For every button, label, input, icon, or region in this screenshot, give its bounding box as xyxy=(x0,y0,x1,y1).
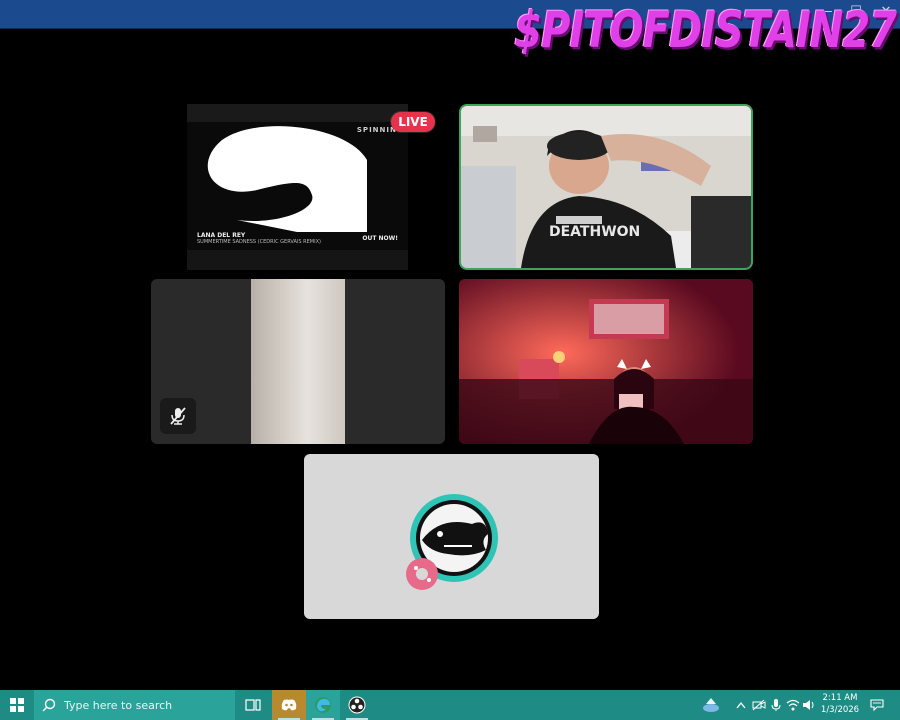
out-now-label: OUT NOW! xyxy=(362,235,398,242)
chevron-up-icon xyxy=(736,701,746,709)
microphone-tray-button[interactable] xyxy=(768,690,784,720)
notifications-icon xyxy=(870,699,884,711)
live-badge: LIVE xyxy=(391,112,435,132)
video-tile-webcam-1[interactable]: DEATHWON xyxy=(459,104,753,270)
discord-icon xyxy=(281,699,297,711)
video-tile-music[interactable]: SPINNIN' LANA DEL REY SUMMERTIME SADNESS… xyxy=(187,104,408,270)
shark-avatar-icon xyxy=(406,494,498,590)
stream-watermark: $PITOFDISTAIN27 xyxy=(514,2,897,60)
taskbar-clock[interactable]: 2:11 AM 1/3/2026 xyxy=(816,692,864,716)
notifications-button[interactable] xyxy=(866,690,888,720)
search-placeholder: Type here to search xyxy=(64,698,173,712)
taskbar-obs[interactable] xyxy=(340,690,374,720)
task-view-button[interactable] xyxy=(236,690,270,720)
wifi-icon xyxy=(786,699,800,711)
obs-icon xyxy=(348,696,366,714)
taskbar-search-box[interactable]: Type here to search xyxy=(34,690,235,720)
video-tile-webcam-2[interactable] xyxy=(151,279,445,444)
video-bottom-bar xyxy=(187,250,408,270)
shirt-text: DEATHWON xyxy=(549,224,640,240)
video-off-icon xyxy=(752,699,766,711)
speaker-icon xyxy=(803,700,814,710)
taskbar-discord[interactable] xyxy=(272,690,306,720)
spinnin-logo xyxy=(207,126,367,232)
show-hidden-icons-button[interactable] xyxy=(732,690,750,720)
song-title: SUMMERTIME SADNESS (CEDRIC GERVAIS REMIX… xyxy=(197,239,321,245)
weather-button[interactable] xyxy=(700,690,722,720)
edge-browser-icon xyxy=(315,697,331,713)
start-button[interactable] xyxy=(0,690,34,720)
user-avatar xyxy=(400,488,502,592)
webcam-1-feed: DEATHWON xyxy=(461,106,751,268)
meet-now-button[interactable] xyxy=(750,690,768,720)
webcam-3-feed xyxy=(459,279,753,444)
windows-taskbar: Type here to search 2:11 AM 1/3/2026 xyxy=(0,690,900,720)
search-icon xyxy=(42,698,56,712)
weather-icon xyxy=(703,698,719,712)
video-tile-webcam-3[interactable] xyxy=(459,279,753,444)
taskbar-edge[interactable] xyxy=(306,690,340,720)
mic-muted-icon xyxy=(170,407,186,425)
task-view-icon xyxy=(245,699,261,711)
microphone-icon xyxy=(771,699,781,711)
microphone-muted-button[interactable] xyxy=(160,398,196,434)
clock-date: 1/3/2026 xyxy=(820,705,860,715)
song-artist: LANA DEL REY xyxy=(197,232,246,239)
video-tile-avatar[interactable] xyxy=(304,454,599,619)
clock-time: 2:11 AM xyxy=(822,693,858,703)
webcam-2-feed xyxy=(251,279,345,444)
windows-logo-icon xyxy=(10,698,24,712)
